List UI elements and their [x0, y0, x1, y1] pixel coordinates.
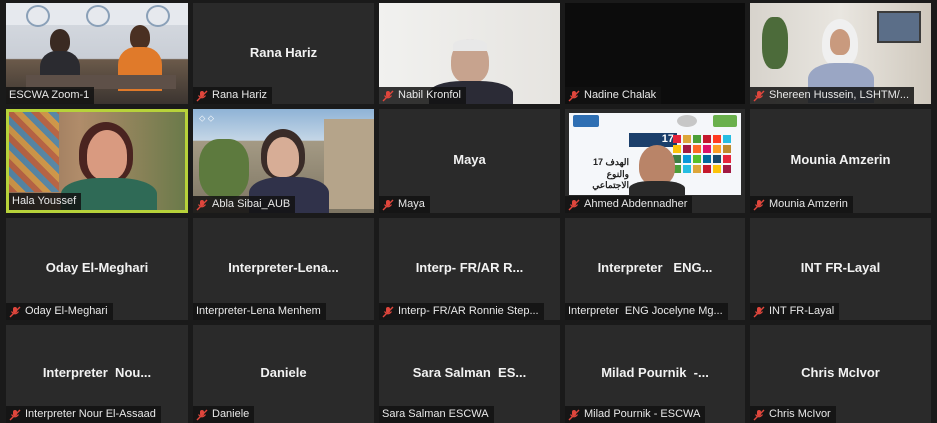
muted-mic-icon — [753, 199, 765, 210]
participant-display-name: Interpreter-Lena... — [228, 260, 339, 275]
participant-display-name: Maya — [453, 152, 486, 167]
participant-tile-rana[interactable]: Rana Hariz Rana Hariz — [193, 3, 374, 104]
participant-tile-lena[interactable]: Interpreter-Lena... Interpreter-Lena Men… — [193, 218, 374, 320]
muted-mic-icon — [196, 409, 208, 420]
participant-display-name: Interp- FR/AR R... — [415, 260, 524, 275]
participant-display-name: Interpreter ENG... — [597, 260, 713, 275]
muted-mic-icon — [568, 199, 580, 210]
participant-name-label: Daniele — [193, 406, 255, 423]
participant-name-label: Sara Salman ESCWA — [379, 406, 494, 423]
participant-tile-oday[interactable]: Oday El-Meghari Oday El-Meghari — [6, 218, 188, 320]
participant-name-label: Interpreter ENG Jocelyne Mg... — [565, 303, 728, 320]
participant-tile-sara[interactable]: Sara Salman ES... Sara Salman ESCWA — [379, 325, 560, 423]
participant-tile-shereen[interactable]: Shereen Hussein, LSHTM/... — [750, 3, 931, 104]
slide-title-line2: والنوع الاجتماعي — [592, 169, 629, 190]
participant-name-label: Milad Pournik - ESCWA — [565, 406, 706, 423]
participant-tile-milad[interactable]: Milad Pournik -... Milad Pournik - ESCWA — [565, 325, 745, 423]
muted-mic-icon — [753, 90, 765, 101]
participant-tile-nour[interactable]: Interpreter Nou... Interpreter Nour El-A… — [6, 325, 188, 423]
participant-name-label: Maya — [379, 196, 430, 213]
muted-mic-icon — [382, 306, 394, 317]
video-overlay-icons: ⬦ ⬦ — [199, 113, 215, 123]
participant-name-label: Ahmed Abdennadher — [565, 196, 693, 213]
shared-slide: 17 الهدف 17 والنوع الاجتماعي — [569, 113, 741, 199]
participant-tile-nadine[interactable]: Nadine Chalak — [565, 3, 745, 104]
participant-display-name: Interpreter Nou... — [42, 365, 152, 380]
participant-name-label: Mounia Amzerin — [750, 196, 853, 213]
participant-name-label: INT FR-Layal — [750, 303, 840, 320]
logo — [713, 115, 737, 127]
participant-tile-abla[interactable]: ⬦ ⬦ Abla Sibai_AUB — [193, 109, 374, 213]
participant-display-name: Oday El-Meghari — [45, 260, 149, 275]
muted-mic-icon — [568, 409, 580, 420]
participant-tile-hala-active-speaker[interactable]: Hala Youssef — [6, 109, 188, 213]
participant-tile-daniele[interactable]: Daniele Daniele — [193, 325, 374, 423]
participant-tile-mounia[interactable]: Mounia Amzerin Mounia Amzerin — [750, 109, 931, 213]
participant-name-label: Interpreter-Lena Menhem — [193, 303, 326, 320]
muted-mic-icon — [568, 90, 580, 101]
participant-display-name: Milad Pournik -... — [601, 365, 709, 380]
participant-name-label: Interpreter Nour El-Assaad — [6, 406, 161, 423]
muted-mic-icon — [382, 90, 394, 101]
muted-mic-icon — [9, 409, 21, 420]
muted-mic-icon — [753, 409, 765, 420]
muted-mic-icon — [196, 199, 208, 210]
participant-display-name: Chris McIvor — [801, 365, 880, 380]
muted-mic-icon — [382, 199, 394, 210]
logo — [573, 115, 599, 127]
participant-tile-ahmed[interactable]: 17 الهدف 17 والنوع الاجتماعي Ahmed Abden… — [565, 109, 745, 213]
participant-display-name: Sara Salman ES... — [412, 365, 527, 380]
participant-tile-jocelyne[interactable]: Interpreter ENG... Interpreter ENG Jocel… — [565, 218, 745, 320]
slide-title-line1: الهدف 17 — [593, 157, 629, 167]
participant-tile-nabil[interactable]: Nabil Kronfol — [379, 3, 560, 104]
participant-name-label: Abla Sibai_AUB — [193, 196, 296, 213]
participant-name-label: Chris McIvor — [750, 406, 836, 423]
participant-name-label: ESCWA Zoom-1 — [6, 87, 95, 104]
participant-name-label: Hala Youssef — [9, 193, 82, 210]
muted-mic-icon — [196, 90, 208, 101]
participant-tile-escwa[interactable]: ESCWA Zoom-1 — [6, 3, 188, 104]
logo — [677, 115, 697, 127]
participant-name-label: Rana Hariz — [193, 87, 273, 104]
muted-mic-icon — [753, 306, 765, 317]
participant-name-label: Shereen Hussein, LSHTM/... — [750, 87, 915, 104]
participant-tile-ronnie[interactable]: Interp- FR/AR R... Interp- FR/AR Ronnie … — [379, 218, 560, 320]
sdg-icons-grid — [673, 135, 731, 173]
participant-tile-maya[interactable]: Maya Maya — [379, 109, 560, 213]
participant-name-label: Nadine Chalak — [565, 87, 662, 104]
participant-name-label: Interp- FR/AR Ronnie Step... — [379, 303, 544, 320]
participant-display-name: INT FR-Layal — [800, 260, 881, 275]
muted-mic-icon — [9, 306, 21, 317]
participant-display-name: Mounia Amzerin — [790, 152, 891, 167]
participant-tile-chris[interactable]: Chris McIvor Chris McIvor — [750, 325, 931, 423]
participant-display-name: Daniele — [260, 365, 307, 380]
participant-name-label: Oday El-Meghari — [6, 303, 113, 320]
participant-name-label: Nabil Kronfol — [379, 87, 466, 104]
participant-tile-layal[interactable]: INT FR-Layal INT FR-Layal — [750, 218, 931, 320]
participant-display-name: Rana Hariz — [249, 44, 318, 60]
